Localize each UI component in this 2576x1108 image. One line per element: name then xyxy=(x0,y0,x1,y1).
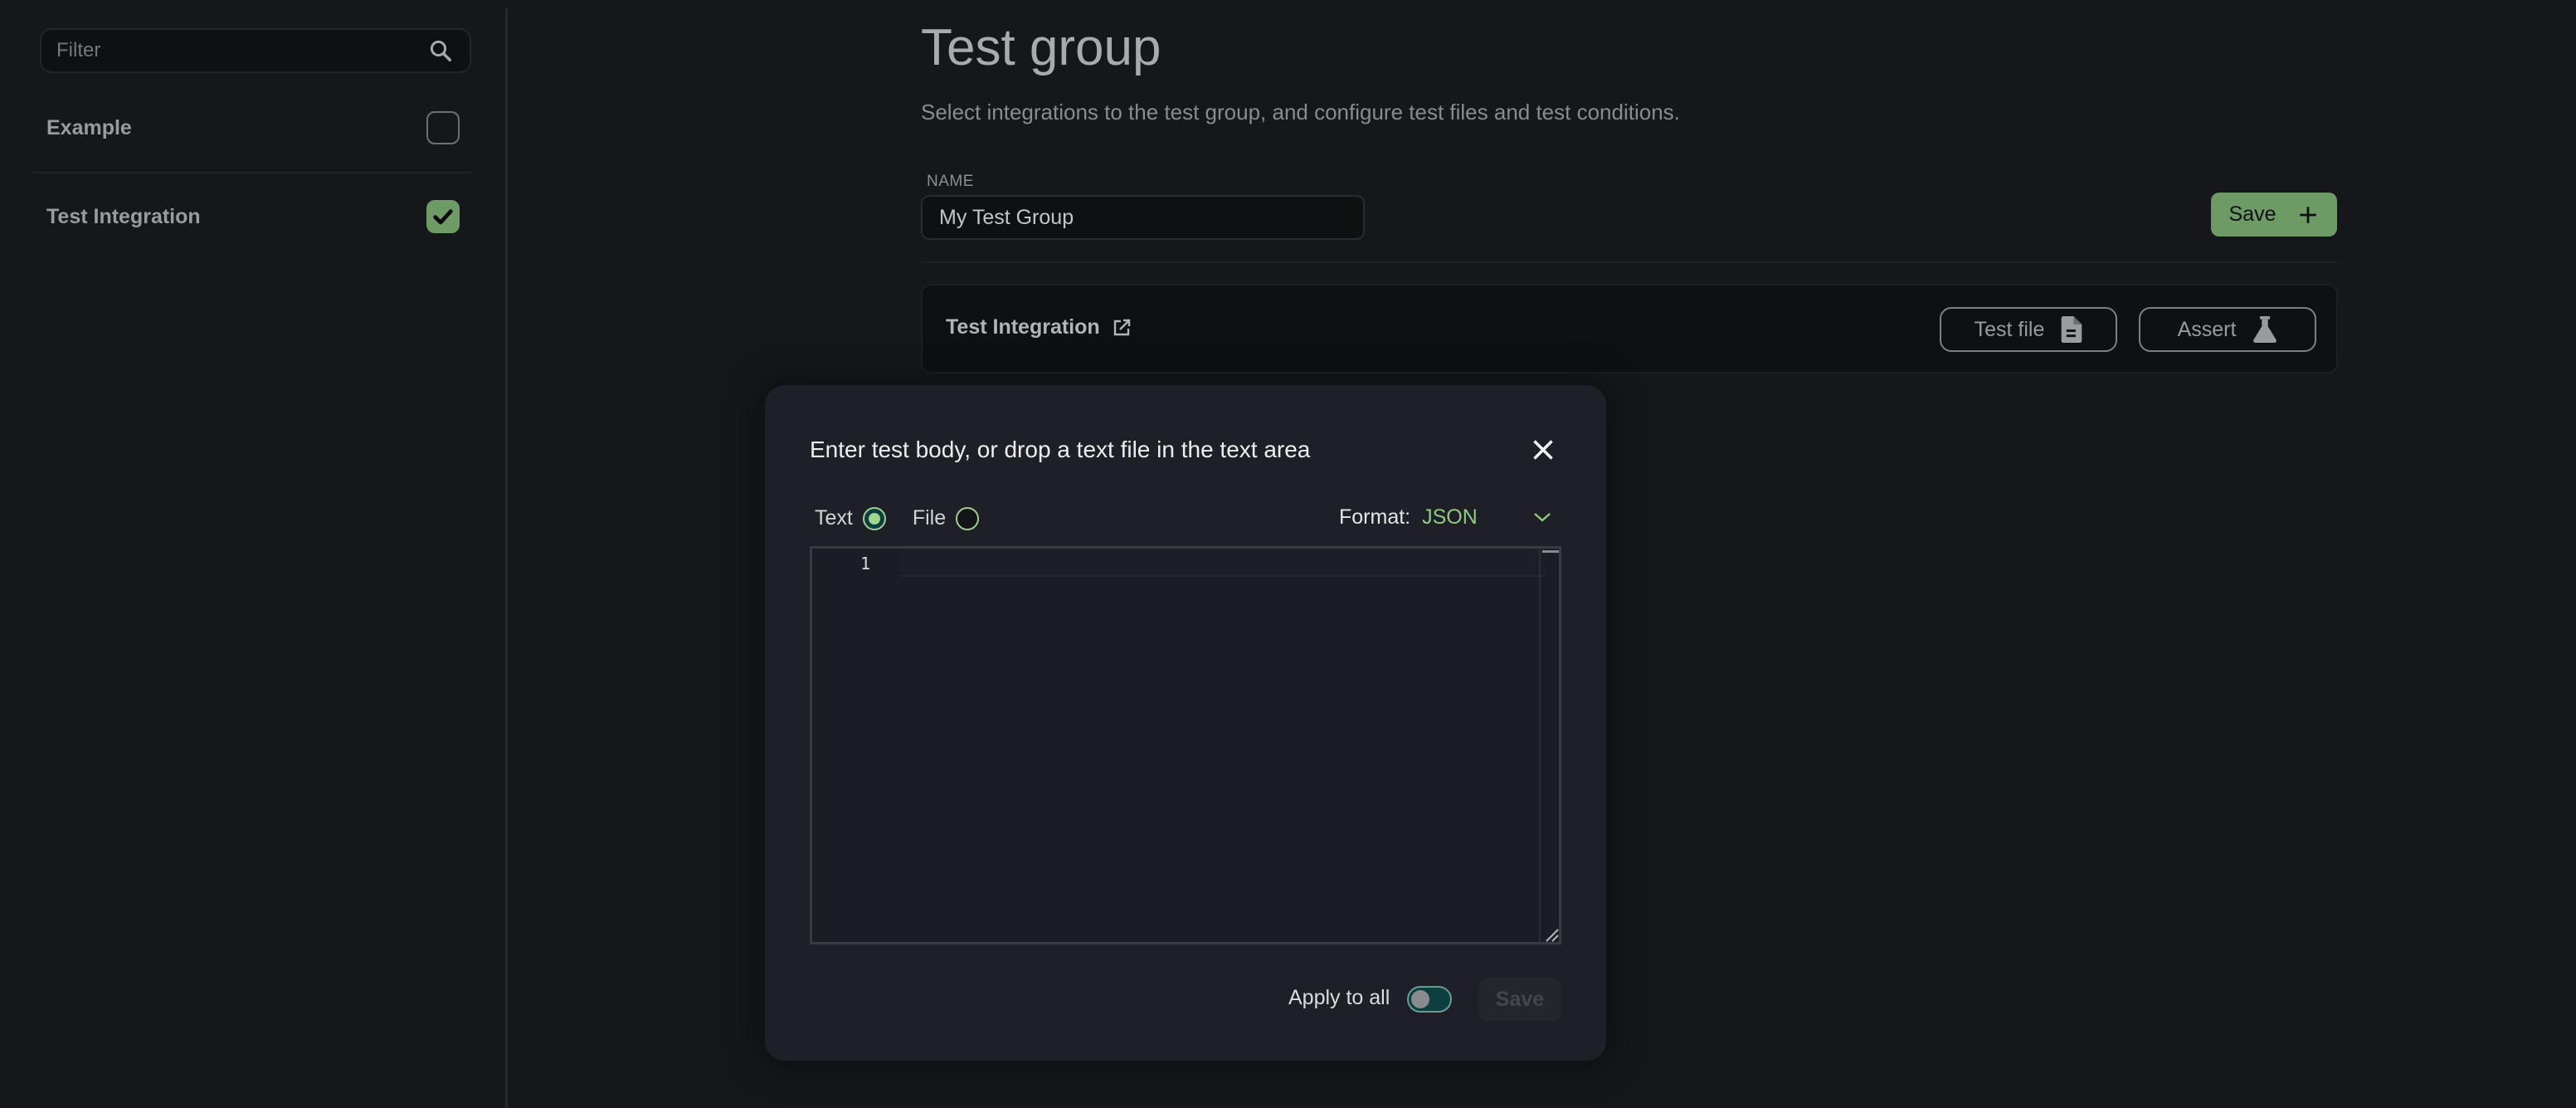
assert-button[interactable]: Assert xyxy=(2139,307,2316,352)
mode-text-radio[interactable] xyxy=(862,506,886,530)
modal-title: Enter test body, or drop a text file in … xyxy=(810,437,1311,462)
editor-active-line[interactable] xyxy=(900,549,1546,577)
integration-name: Test Integration xyxy=(946,315,1100,339)
test-file-button[interactable]: Test file xyxy=(1940,307,2117,352)
checkmark-icon xyxy=(433,209,453,225)
sidebar-item-label: Example xyxy=(46,115,132,139)
sidebar-divider xyxy=(505,8,508,1108)
plus-icon xyxy=(2300,206,2317,223)
integration-title: Test Integration xyxy=(946,315,1132,339)
main-divider xyxy=(921,261,2338,263)
sidebar-item-test-integration[interactable]: Test Integration xyxy=(33,175,473,258)
close-icon[interactable] xyxy=(1527,433,1560,466)
resize-handle-icon[interactable] xyxy=(1544,927,1559,942)
page-subtitle: Select integrations to the test group, a… xyxy=(921,100,1680,124)
input-mode-group: Text File xyxy=(815,506,980,530)
toggle-knob xyxy=(1411,990,1429,1008)
apply-to-all-label: Apply to all xyxy=(1288,986,1390,1009)
editor-gutter: 1 xyxy=(812,549,895,942)
sidebar-item-label: Test Integration xyxy=(46,204,201,228)
name-input[interactable] xyxy=(921,195,1365,240)
format-value[interactable]: JSON xyxy=(1422,505,1530,530)
file-icon xyxy=(2062,316,2082,343)
filter-input[interactable] xyxy=(56,39,426,62)
test-file-label: Test file xyxy=(1974,317,2045,341)
test-integration-checkbox[interactable] xyxy=(426,200,460,233)
modal-save-button[interactable]: Save xyxy=(1478,978,1561,1021)
mode-text-label: Text xyxy=(815,506,853,530)
assert-label: Assert xyxy=(2177,317,2237,341)
format-select[interactable]: Format: JSON xyxy=(1339,505,1555,530)
integration-card: Test Integration Test file Assert xyxy=(921,284,2338,373)
editor-scrollbar[interactable] xyxy=(1539,549,1559,942)
save-button[interactable]: Save xyxy=(2211,193,2337,237)
example-checkbox[interactable] xyxy=(426,111,460,144)
page-title: Test group xyxy=(921,19,1161,76)
chevron-down-icon[interactable] xyxy=(1530,505,1555,530)
search-icon[interactable] xyxy=(426,37,455,65)
apply-to-all-toggle[interactable] xyxy=(1407,986,1452,1013)
mode-file-radio[interactable] xyxy=(956,506,980,530)
sidebar: Example Test Integration xyxy=(0,0,506,1108)
save-button-label: Save xyxy=(2228,203,2277,226)
page: Example Test Integration Test group Sele… xyxy=(0,0,2576,1108)
modal-footer: Apply to all Save xyxy=(765,974,1561,1021)
line-number: 1 xyxy=(859,554,870,574)
sidebar-divider-line xyxy=(33,172,473,173)
filter-box xyxy=(40,28,471,73)
flask-icon xyxy=(2253,316,2277,343)
format-label: Format: xyxy=(1339,505,1411,529)
mode-file-label: File xyxy=(912,506,947,530)
code-editor[interactable]: 1 xyxy=(810,546,1561,944)
external-link-icon[interactable] xyxy=(1112,318,1132,338)
test-body-modal: Enter test body, or drop a text file in … xyxy=(765,385,1606,1061)
scrollbar-thumb[interactable] xyxy=(1542,550,1559,553)
sidebar-item-example[interactable]: Example xyxy=(33,86,473,169)
name-label: NAME xyxy=(927,173,974,190)
